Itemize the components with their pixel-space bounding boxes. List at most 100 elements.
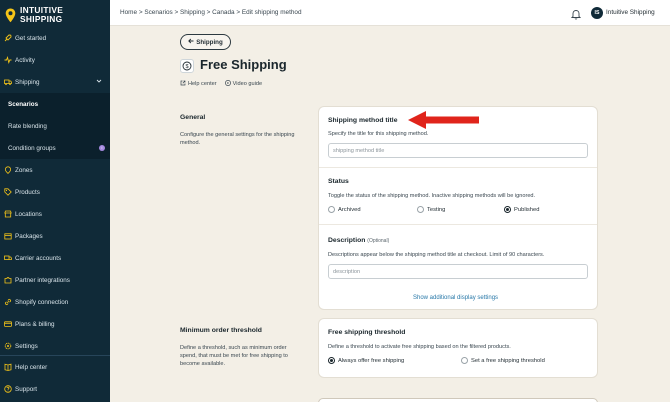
sidebar-item-label: Support — [15, 385, 38, 393]
radio-label: Set a free shipping threshold — [471, 357, 545, 364]
sidebar-item-products[interactable]: Products — [0, 181, 110, 203]
radio-circle-selected — [328, 357, 335, 364]
activity-icon — [3, 56, 12, 65]
sidebar-item-shopify-connection[interactable]: Shopify connection — [0, 291, 110, 313]
sidebar-item-help-center[interactable]: Help center — [0, 356, 110, 378]
radio-label: Always offer free shipping — [338, 357, 405, 364]
sidebar-footer: Help center Support — [0, 355, 110, 400]
link-icon — [3, 298, 12, 307]
sidebar-item-support[interactable]: Support — [0, 378, 110, 400]
sidebar-item-shipping[interactable]: Shipping — [0, 71, 110, 93]
sidebar-item-activity[interactable]: Activity — [0, 49, 110, 71]
status-radio-published[interactable]: Published — [504, 206, 539, 213]
radio-label: Testing — [427, 206, 446, 213]
sidebar-item-label: Shopify connection — [15, 298, 69, 306]
help-icon — [3, 385, 12, 394]
sidebar-item-get-started[interactable]: Get started — [0, 27, 110, 49]
sidebar-item-label: Settings — [15, 342, 38, 350]
help-links: Help center Video guide — [180, 80, 262, 88]
truck-icon — [3, 254, 12, 263]
sidebar-item-label: Plans & billing — [15, 320, 55, 328]
page-title: Free Shipping — [200, 57, 287, 72]
next-section-card — [318, 398, 598, 402]
sidebar-nav: Get started Activity Shipping Scenarios … — [0, 27, 110, 357]
free-shipping-threshold-card: Free shipping threshold Define a thresho… — [318, 318, 598, 378]
threshold-card-title: Free shipping threshold — [328, 329, 406, 336]
sidebar-item-label: Carrier accounts — [15, 254, 62, 262]
sidebar-item-settings[interactable]: Settings — [0, 335, 110, 357]
sidebar-item-condition-groups[interactable]: Condition groups i — [0, 137, 110, 159]
sidebar-item-locations[interactable]: Locations — [0, 203, 110, 225]
avatar[interactable]: IS — [591, 7, 603, 19]
description-help: Descriptions appear below the shipping m… — [328, 252, 545, 258]
description-label: Description (Optional) — [328, 237, 389, 244]
video-guide-link[interactable]: Video guide — [224, 80, 263, 88]
shipping-method-title-input[interactable] — [328, 143, 588, 158]
sidebar-item-label: Activity — [15, 56, 35, 64]
brand-logo[interactable]: INTUITIVE SHIPPING — [0, 0, 110, 26]
sidebar-item-scenarios[interactable]: Scenarios — [0, 93, 110, 115]
section-title-general: General — [180, 114, 206, 121]
sidebar-item-label: Shipping — [15, 78, 40, 86]
sidebar: INTUITIVE SHIPPING Get started Activity … — [0, 0, 110, 402]
sidebar-item-label: Partner integrations — [15, 276, 70, 284]
annotation-arrow-icon — [407, 110, 480, 135]
gear-icon — [3, 342, 12, 351]
section-desc-general: Configure the general settings for the s… — [180, 132, 295, 146]
chevron-down-icon[interactable] — [96, 78, 102, 86]
sidebar-item-carrier-accounts[interactable]: Carrier accounts — [0, 247, 110, 269]
back-button[interactable]: Shipping — [180, 34, 231, 50]
sidebar-item-plans-billing[interactable]: Plans & billing — [0, 313, 110, 335]
top-bar: Home > Scenarios > Shipping > Canada > E… — [110, 0, 670, 26]
method-title-label: Shipping method title — [328, 117, 398, 124]
dollar-icon: $ — [180, 59, 194, 73]
section-title-min-order: Minimum order threshold — [180, 327, 262, 334]
play-icon — [224, 80, 231, 88]
general-settings-card: Shipping method title Specify the title … — [318, 106, 598, 310]
sidebar-item-partner-integrations[interactable]: Partner integrations — [0, 269, 110, 291]
svg-text:$: $ — [185, 64, 188, 70]
breadcrumb[interactable]: Home > Scenarios > Shipping > Canada > E… — [120, 9, 302, 16]
box-icon — [3, 232, 12, 241]
section-desc-min-order: Define a threshold, such as minimum orde… — [180, 345, 288, 367]
store-icon — [3, 210, 12, 219]
threshold-card-help: Define a threshold to activate free ship… — [328, 344, 511, 350]
sidebar-item-label: Condition groups — [8, 144, 56, 152]
status-radio-archived[interactable]: Archived — [328, 206, 361, 213]
radio-circle — [417, 206, 424, 213]
sidebar-item-label: Packages — [15, 232, 43, 240]
tag-icon — [3, 188, 12, 197]
help-center-link[interactable]: Help center — [180, 80, 217, 88]
description-input[interactable] — [328, 264, 588, 279]
sidebar-item-label: Zones — [15, 166, 33, 174]
video-guide-label: Video guide — [232, 81, 263, 87]
account-name[interactable]: Intuitive Shipping — [606, 9, 655, 16]
radio-circle — [328, 206, 335, 213]
brand-line-2: SHIPPING — [20, 14, 63, 24]
radio-label: Archived — [338, 206, 361, 213]
info-badge: i — [99, 145, 105, 151]
status-radio-testing[interactable]: Testing — [417, 206, 445, 213]
arrow-left-icon — [188, 38, 194, 46]
help-center-label: Help center — [188, 81, 217, 87]
puzzle-icon — [3, 276, 12, 285]
rocket-icon — [3, 34, 12, 43]
sidebar-item-zones[interactable]: Zones — [0, 159, 110, 181]
back-button-label: Shipping — [196, 38, 223, 46]
pin-icon — [3, 166, 12, 175]
threshold-radio-always-free[interactable]: Always offer free shipping — [328, 357, 404, 364]
description-block: Description (Optional) Descriptions appe… — [319, 225, 597, 311]
sidebar-item-rate-blending[interactable]: Rate blending — [0, 115, 110, 137]
status-help: Toggle the status of the shipping method… — [328, 193, 536, 199]
radio-circle — [461, 357, 468, 364]
radio-circle-selected — [504, 206, 511, 213]
bell-icon[interactable] — [570, 7, 582, 25]
sidebar-item-label: Locations — [15, 210, 42, 218]
sidebar-item-label: Products — [15, 188, 40, 196]
show-additional-display-settings-link[interactable]: Show additional display settings — [413, 295, 498, 301]
sidebar-item-label: Scenarios — [8, 100, 39, 108]
truck-icon — [3, 78, 12, 87]
book-icon — [3, 363, 12, 372]
threshold-radio-set-threshold[interactable]: Set a free shipping threshold — [461, 357, 545, 364]
sidebar-item-packages[interactable]: Packages — [0, 225, 110, 247]
